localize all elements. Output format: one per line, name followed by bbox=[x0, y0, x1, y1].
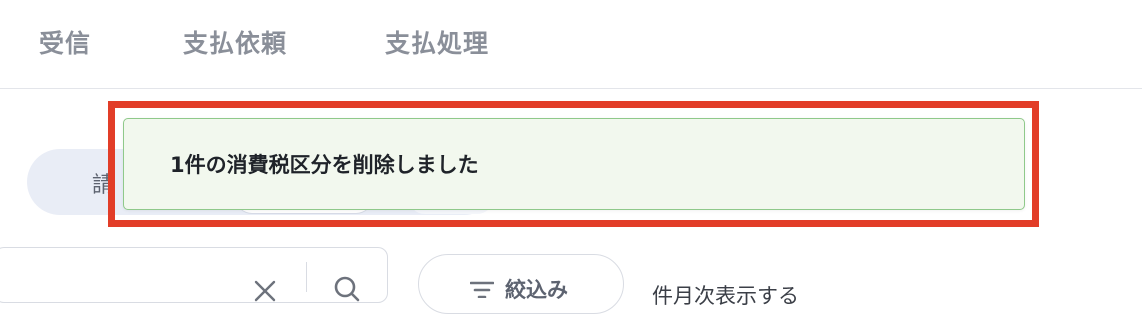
top-navigation: 受信 支払依頼 支払処理 bbox=[0, 0, 1142, 89]
display-option-text: 件月次表示する bbox=[652, 284, 799, 308]
search-divider bbox=[306, 262, 307, 292]
filter-button-label[interactable]: 絞込み bbox=[505, 274, 568, 304]
search-icon[interactable] bbox=[332, 274, 360, 302]
close-icon[interactable] bbox=[252, 276, 278, 302]
tab-payment-processing[interactable]: 支払処理 bbox=[385, 24, 489, 60]
success-toast: 1件の消費税区分を削除しました bbox=[123, 118, 1025, 210]
search-input[interactable] bbox=[0, 247, 388, 303]
toast-message: 1件の消費税区分を削除しました bbox=[170, 153, 479, 177]
tab-received[interactable]: 受信 bbox=[39, 24, 91, 60]
tab-payment-request[interactable]: 支払依頼 bbox=[183, 24, 287, 60]
filter-icon bbox=[470, 281, 494, 298]
